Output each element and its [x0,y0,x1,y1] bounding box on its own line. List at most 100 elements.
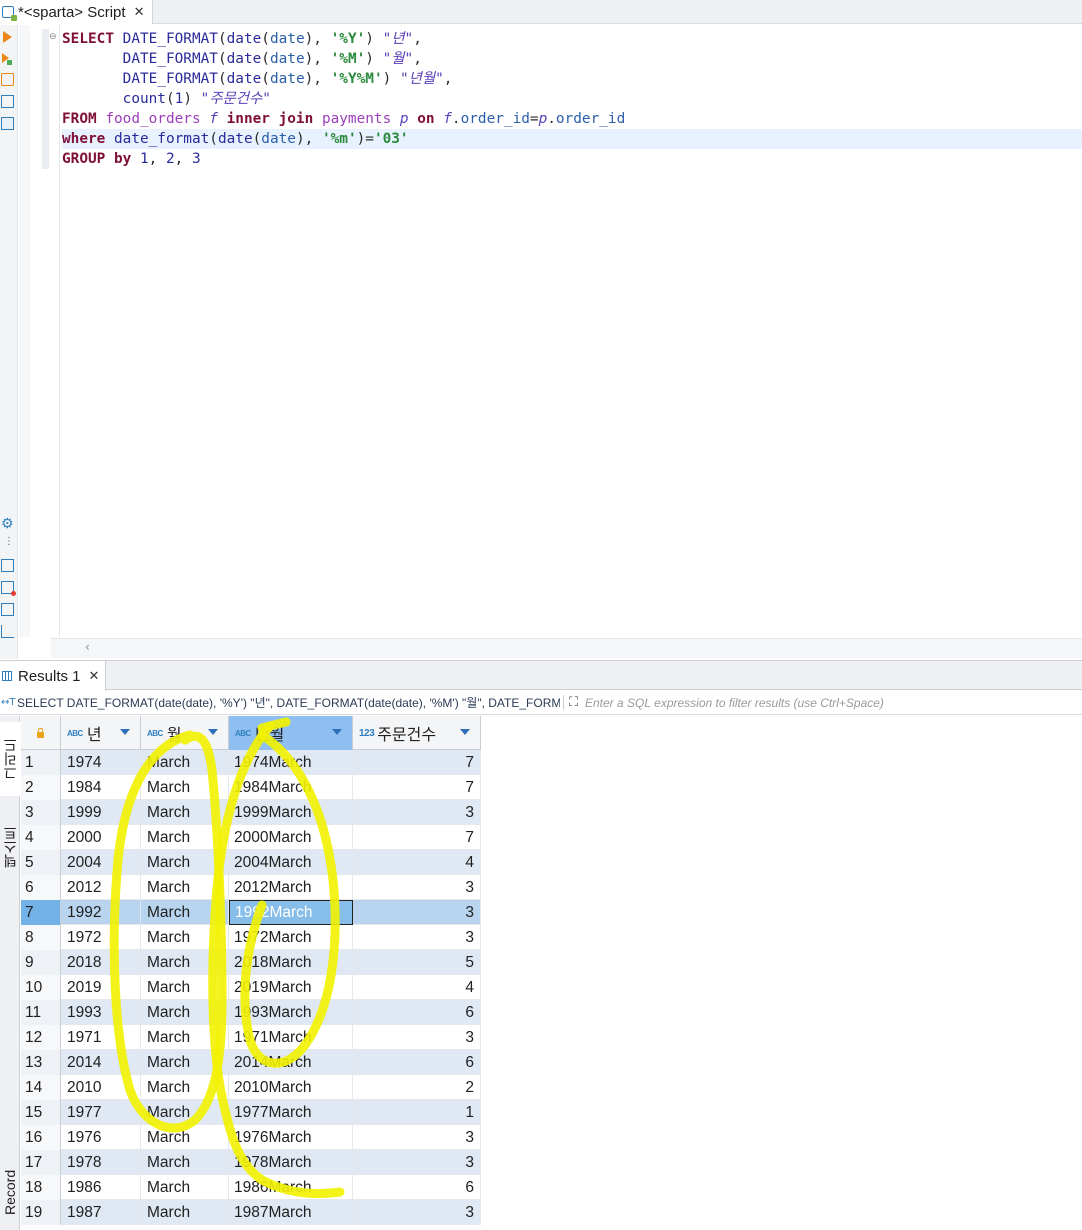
year-month-cell[interactable]: 2012March [229,875,353,900]
column-header-order-count[interactable]: 123 주문건수 [353,716,481,750]
month-cell[interactable]: March [141,1175,229,1200]
year-cell[interactable]: 2014 [61,1050,141,1075]
filter-input[interactable]: Enter a SQL expression to filter results… [585,696,884,710]
order-count-cell[interactable]: 1 [353,1100,481,1125]
year-cell[interactable]: 1999 [61,800,141,825]
expand-icon[interactable]: ⛶ [563,695,583,710]
code-line[interactable]: where date_format(date(date), '%m')='03' [62,129,1082,149]
order-count-cell[interactable]: 3 [353,1200,481,1225]
order-count-cell[interactable]: 3 [353,800,481,825]
editor-tab-script[interactable]: *<sparta> Script ✕ [0,0,154,24]
month-cell[interactable]: March [141,775,229,800]
table-row[interactable]: 18 1986 March 1986March 6 [21,1175,481,1200]
sql-editor[interactable]: ⊖ SELECT DATE_FORMAT(date(date), '%Y') "… [19,25,1082,658]
execute-script-icon[interactable] [1,73,14,86]
order-count-cell[interactable]: 4 [353,850,481,875]
order-count-cell[interactable]: 3 [353,1150,481,1175]
order-count-cell[interactable]: 6 [353,1050,481,1075]
month-cell[interactable]: March [141,825,229,850]
year-month-cell[interactable]: 1986March [229,1175,353,1200]
execute-in-new-tab-icon[interactable] [1,53,14,66]
order-count-cell[interactable]: 7 [353,775,481,800]
year-cell[interactable]: 1974 [61,750,141,775]
code-line[interactable]: SELECT DATE_FORMAT(date(date), '%Y') "년"… [62,29,1082,49]
month-cell[interactable]: March [141,1200,229,1225]
order-count-cell[interactable]: 3 [353,1025,481,1050]
table-row[interactable]: 5 2004 March 2004March 4 [21,850,481,875]
table-row[interactable]: 19 1987 March 1987March 3 [21,1200,481,1225]
fold-collapse-icon[interactable]: ⊖ [49,32,57,42]
year-cell[interactable]: 2000 [61,825,141,850]
outline-icon[interactable] [1,625,14,638]
horizontal-scrollbar[interactable]: ‹ [51,638,1082,658]
month-cell[interactable]: March [141,1100,229,1125]
code-line[interactable]: DATE_FORMAT(date(date), '%M') "월", [62,49,1082,69]
code-line[interactable]: GROUP by 1, 2, 3 [62,149,1082,169]
results-grid[interactable]: ABC 년 ABC 월 ABC 년월 123 주문건수 1 1974 March 19… [21,716,1082,1230]
sql-code[interactable]: SELECT DATE_FORMAT(date(date), '%Y') "년"… [62,29,1082,169]
tab-record[interactable]: Record [0,1156,20,1228]
order-count-cell[interactable]: 2 [353,1075,481,1100]
month-cell[interactable]: March [141,900,229,925]
chevron-down-icon[interactable] [120,729,130,735]
month-cell[interactable]: March [141,1050,229,1075]
year-cell[interactable]: 1971 [61,1025,141,1050]
year-month-cell[interactable]: 1987March [229,1200,353,1225]
month-cell[interactable]: March [141,1125,229,1150]
year-month-cell[interactable]: 1976March [229,1125,353,1150]
year-cell[interactable]: 1993 [61,1000,141,1025]
order-count-cell[interactable]: 3 [353,1125,481,1150]
table-row[interactable]: 14 2010 March 2010March 2 [21,1075,481,1100]
year-cell[interactable]: 2004 [61,850,141,875]
order-count-cell[interactable]: 3 [353,875,481,900]
table-row[interactable]: 13 2014 March 2014March 6 [21,1050,481,1075]
year-month-cell[interactable]: 1971March [229,1025,353,1050]
chevron-down-icon[interactable] [332,729,342,735]
year-cell[interactable]: 2019 [61,975,141,1000]
export-icon[interactable] [1,559,14,572]
column-header-month[interactable]: ABC 월 [141,716,229,750]
table-row[interactable]: 17 1978 March 1978March 3 [21,1150,481,1175]
month-cell[interactable]: March [141,850,229,875]
column-header-year-month[interactable]: ABC 년월 [229,716,353,750]
year-cell[interactable]: 1984 [61,775,141,800]
more-icon[interactable]: ⋮ [4,537,17,550]
order-count-cell[interactable]: 5 [353,950,481,975]
order-count-cell[interactable]: 7 [353,825,481,850]
year-cell[interactable]: 1986 [61,1175,141,1200]
year-cell[interactable]: 2012 [61,875,141,900]
tab-grid[interactable]: 그리드 [0,722,20,796]
code-line[interactable]: DATE_FORMAT(date(date), '%Y%M') "년월", [62,69,1082,89]
table-row[interactable]: 8 1972 March 1972March 3 [21,925,481,950]
variables-icon[interactable] [1,603,14,616]
year-cell[interactable]: 1977 [61,1100,141,1125]
table-row[interactable]: 15 1977 March 1977March 1 [21,1100,481,1125]
month-cell[interactable]: March [141,1000,229,1025]
table-row[interactable]: 11 1993 March 1993March 6 [21,1000,481,1025]
year-month-cell[interactable]: 2018March [229,950,353,975]
table-row[interactable]: 6 2012 March 2012March 3 [21,875,481,900]
year-month-cell[interactable]: 1999March [229,800,353,825]
month-cell[interactable]: March [141,925,229,950]
table-row[interactable]: 4 2000 March 2000March 7 [21,825,481,850]
year-month-cell[interactable]: 2000March [229,825,353,850]
table-row[interactable]: 1 1974 March 1974March 7 [21,750,481,775]
year-month-cell[interactable]: 1972March [229,925,353,950]
year-cell[interactable]: 1978 [61,1150,141,1175]
scroll-left-icon[interactable]: ‹ [85,640,90,654]
table-row[interactable]: 7 1992 March 1992March 3 [21,900,481,925]
table-row[interactable]: 3 1999 March 1999March 3 [21,800,481,825]
year-month-cell[interactable]: 2004March [229,850,353,875]
year-month-cell[interactable]: 2019March [229,975,353,1000]
month-cell[interactable]: March [141,875,229,900]
table-row[interactable]: 12 1971 March 1971March 3 [21,1025,481,1050]
month-cell[interactable]: March [141,975,229,1000]
table-row[interactable]: 2 1984 March 1984March 7 [21,775,481,800]
order-count-cell[interactable]: 3 [353,900,481,925]
column-header-year[interactable]: ABC 년 [61,716,141,750]
year-month-cell[interactable]: 1984March [229,775,353,800]
table-row[interactable]: 10 2019 March 2019March 4 [21,975,481,1000]
year-month-cell[interactable]: 1993March [229,1000,353,1025]
year-month-cell[interactable]: 1974March [229,750,353,775]
table-row[interactable]: 16 1976 March 1976March 3 [21,1125,481,1150]
